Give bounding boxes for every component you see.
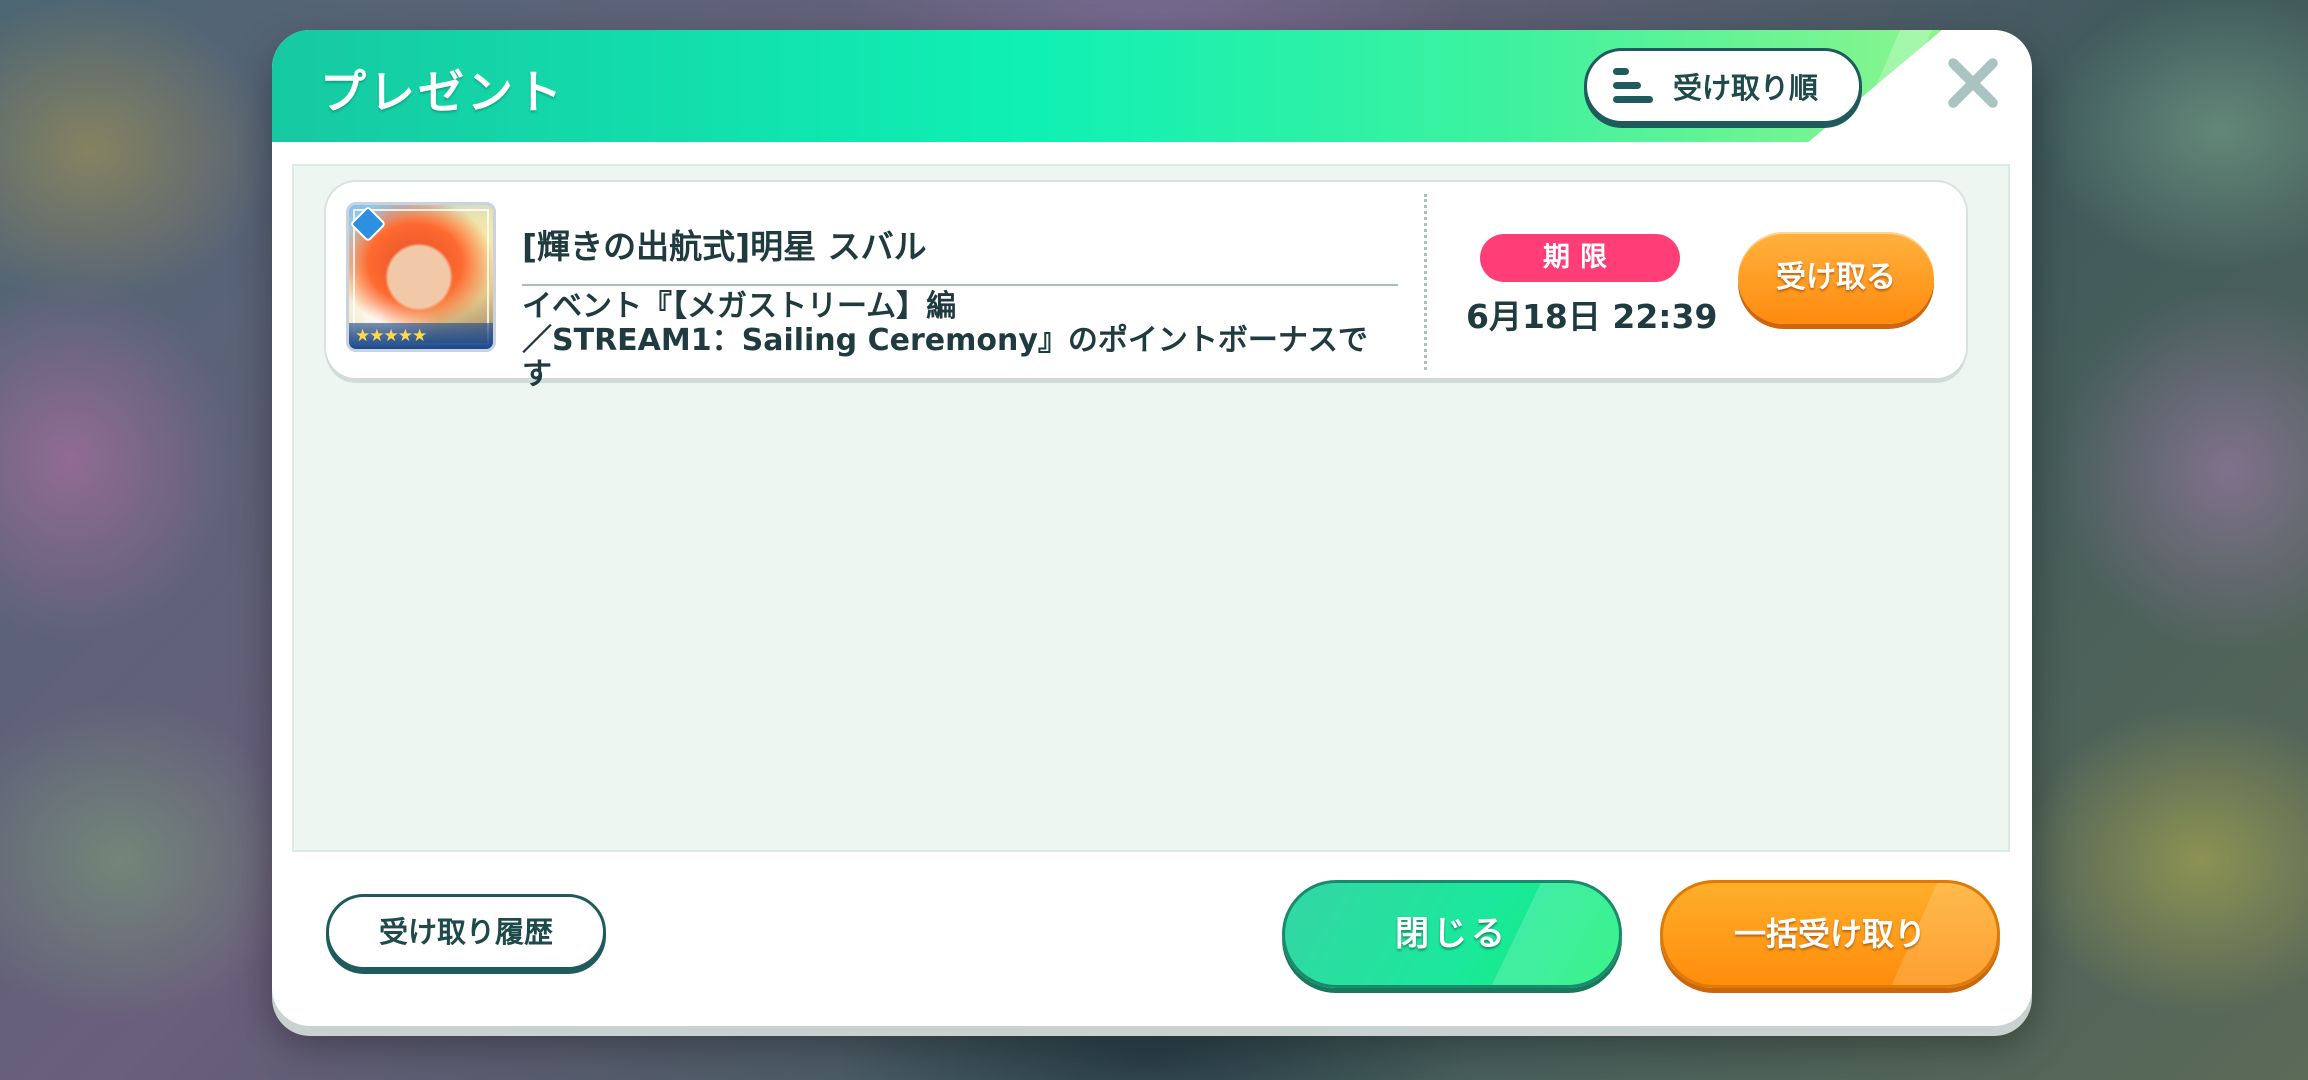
card-thumbnail[interactable]: ★★★★★ [346, 202, 496, 352]
present-title: [輝きの出航式]明星 スバル [522, 227, 927, 266]
deadline-date: 6月18日 22:39 [1466, 297, 1718, 336]
title-divider [522, 284, 1398, 286]
description-line: す [522, 357, 552, 392]
close-button[interactable]: 閉じる [1282, 880, 1622, 988]
present-list[interactable]: ★★★★★ [輝きの出航式]明星 スバル イベント『【メガストリーム】編 ／ST… [292, 164, 2010, 852]
card-separator [1424, 194, 1427, 370]
close-button-label: 閉じる [1395, 914, 1509, 954]
bulk-receive-label: 一括受け取り [1733, 915, 1926, 953]
present-item: ★★★★★ [輝きの出航式]明星 スバル イベント『【メガストリーム】編 ／ST… [326, 182, 1966, 392]
sort-order-label: 受け取り順 [1673, 71, 1819, 105]
description-line: ／STREAM1：Sailing Ceremony』のポイントボーナスで [522, 323, 1368, 358]
sort-icon [1613, 68, 1655, 104]
receive-button[interactable]: 受け取る [1738, 232, 1934, 324]
present-dialog: プレゼント 受け取り順 ★★★★★ [輝きの出航式]明星 スバル イベント『【メ… [272, 30, 2032, 1026]
bulk-receive-button[interactable]: 一括受け取り [1660, 880, 2000, 988]
deadline-badge: 期限 [1480, 234, 1680, 282]
description-line: イベント『【メガストリーム】編 [522, 289, 957, 324]
dialog-header: プレゼント 受け取り順 [272, 30, 2032, 142]
sort-order-button[interactable]: 受け取り順 [1584, 48, 1862, 124]
dialog-title: プレゼント [320, 65, 565, 119]
close-icon[interactable] [1944, 54, 2000, 110]
rarity-stars: ★★★★★ [349, 323, 493, 349]
receive-history-button[interactable]: 受け取り履歴 [326, 894, 606, 970]
present-description: イベント『【メガストリーム】編 ／STREAM1：Sailing Ceremon… [522, 290, 1422, 392]
